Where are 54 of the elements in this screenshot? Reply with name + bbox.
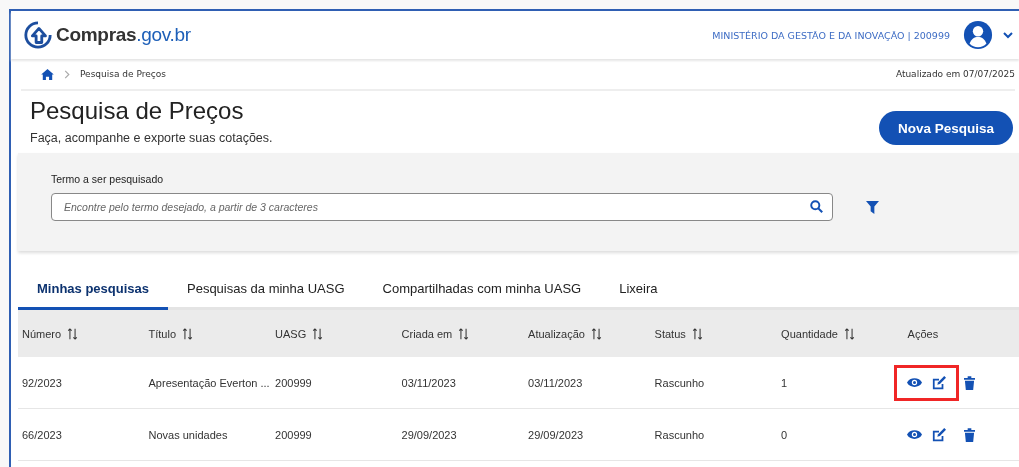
sort-icon[interactable] (458, 327, 470, 340)
logo-text[interactable]: Compras.gov.br (56, 24, 191, 46)
sort-icon[interactable] (182, 327, 194, 340)
filter-icon[interactable] (866, 200, 879, 214)
search-icon[interactable] (810, 200, 823, 213)
home-icon[interactable] (41, 68, 54, 80)
sort-header-button[interactable]: UASG (275, 327, 324, 340)
table-cell: 200999 (271, 357, 398, 409)
chevron-down-icon[interactable] (1003, 30, 1013, 40)
edit-icon[interactable] (931, 427, 946, 442)
column-label: Ações (907, 327, 939, 340)
table-cell: 92/2023 (18, 357, 145, 409)
sort-header-button[interactable]: Título (148, 327, 194, 340)
table-cell: 29/09/2023 (397, 408, 525, 461)
search-label: Termo a ser pesquisado (51, 173, 165, 185)
tab[interactable]: Lixeira (600, 271, 677, 310)
table-cell: 66/2023 (18, 408, 145, 461)
sort-icon[interactable] (312, 327, 324, 340)
logo-icon (23, 20, 53, 50)
tab[interactable]: Pesquisas da minha UASG (168, 271, 364, 310)
table-cell: 1 (777, 357, 904, 409)
organization-text: MINISTÉRIO DA GESTÃO E DA INOVAÇÃO | 200999 (712, 29, 950, 41)
sort-icon[interactable] (844, 327, 855, 340)
search-field[interactable]: Encontre pelo termo desejado, a partir de 3 caracteres (51, 193, 833, 221)
table-cell: Novas unidades (144, 408, 272, 461)
sort-icon[interactable] (67, 327, 79, 340)
table-cell: 29/09/2023 (524, 408, 651, 461)
table-cell: Apresentação Everton ... (144, 357, 272, 409)
page-subtitle: Faça, acompanhe e exporte suas cotações. (30, 131, 273, 145)
view-icon[interactable] (906, 429, 922, 440)
table-cell: 200999 (271, 408, 398, 461)
sort-header-button[interactable]: Status (654, 327, 703, 340)
sort-icon[interactable] (590, 327, 602, 340)
table-cell: Rascunho (650, 357, 778, 409)
delete-icon[interactable] (963, 427, 975, 442)
updated-date: Atualizado em 07/07/2025 (895, 69, 1015, 79)
page-title: Pesquisa de Preços (30, 97, 245, 125)
table-cell: 03/11/2023 (397, 357, 525, 409)
table-cell: 03/11/2023 (524, 357, 651, 409)
user-avatar-icon[interactable] (963, 20, 993, 50)
tab[interactable]: Compartilhadas com minha UASG (363, 271, 601, 310)
table-cell: Rascunho (650, 408, 778, 461)
sort-header-button[interactable]: Atualização (528, 327, 602, 340)
view-icon[interactable] (906, 377, 922, 388)
sort-header-button[interactable]: Quantidade (781, 327, 855, 340)
sort-header-button[interactable]: Número (22, 327, 79, 340)
new-search-button[interactable]: Nova Pesquisa (878, 111, 1013, 145)
sort-header-button[interactable]: Criada em (401, 327, 470, 340)
edit-icon[interactable] (931, 375, 946, 390)
table-cell: 0 (777, 408, 904, 461)
sort-icon[interactable] (691, 327, 703, 340)
chevron-right-icon (64, 69, 70, 79)
delete-icon[interactable] (963, 375, 975, 390)
breadcrumb-item[interactable]: Pesquisa de Preços (80, 69, 166, 79)
